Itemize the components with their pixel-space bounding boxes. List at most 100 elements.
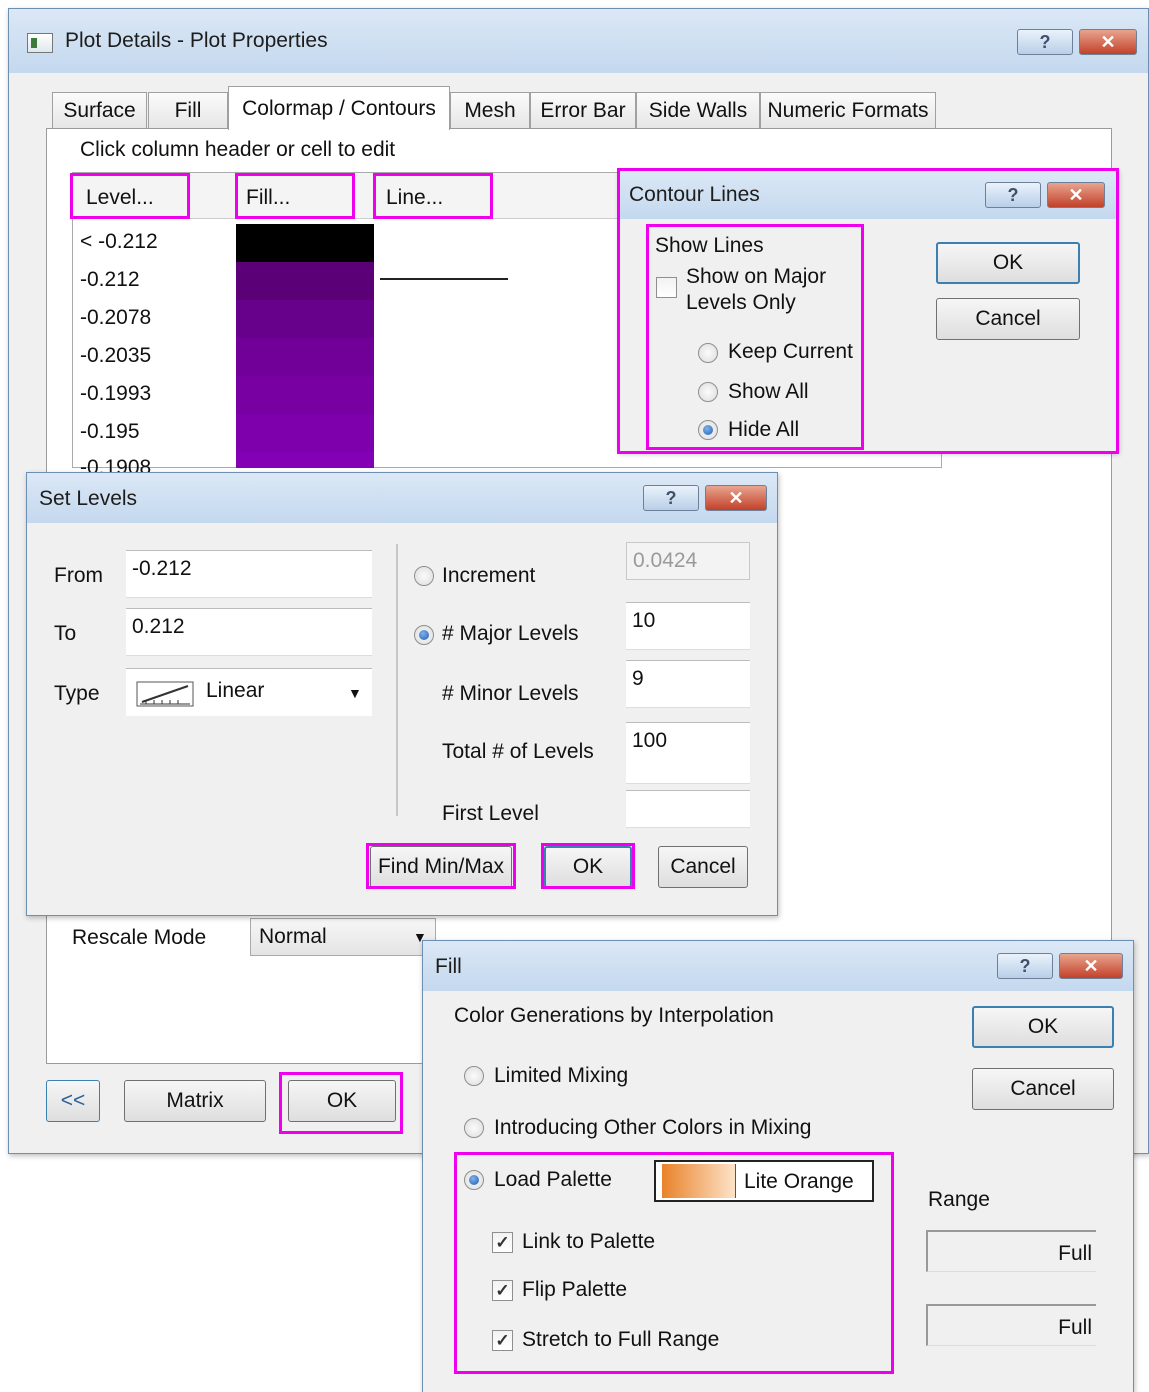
tab-colormap-contours[interactable]: Colormap / Contours [228,86,450,130]
radio-introducing-colors[interactable] [464,1118,484,1138]
range-from-field[interactable]: Full [926,1230,1096,1272]
major-levels-field[interactable]: 10 [626,602,750,650]
radio-show-all[interactable] [698,382,718,402]
stretch-full-range-checkbox[interactable]: ✓ [492,1330,513,1351]
level-cell[interactable]: -0.2078 [80,306,151,330]
type-select[interactable]: Linear ▼ [126,668,372,716]
fill-cell[interactable] [236,452,374,468]
linear-scale-icon [136,681,194,707]
radio-increment[interactable] [414,566,434,586]
tab-label: Error Bar [540,98,626,122]
help-icon[interactable]: ? [985,182,1041,208]
main-ok-button[interactable]: OK [288,1080,396,1122]
header-level[interactable]: Level... [86,186,154,210]
collapse-button[interactable]: << [46,1080,100,1122]
tab-label: Fill [174,98,202,122]
level-cell[interactable]: -0.195 [80,420,140,444]
radio-limited-mixing[interactable] [464,1066,484,1086]
to-field[interactable]: 0.212 [126,608,372,656]
stretch-full-range-label: Stretch to Full Range [522,1328,720,1351]
show-lines-label: Show Lines [655,234,764,257]
close-icon[interactable]: ✕ [1079,29,1137,55]
type-value: Linear [206,679,265,702]
introducing-colors-label: Introducing Other Colors in Mixing [494,1116,812,1139]
fill-cell[interactable] [236,262,374,300]
chevron-down-icon: ▼ [348,685,362,701]
line-sample[interactable] [380,278,508,280]
fill-ok-button[interactable]: OK [972,1006,1114,1048]
radio-label: Show All [728,380,809,403]
rescale-mode-select[interactable]: Normal ▼ [250,918,436,956]
tab-label: Surface [63,98,136,122]
tab-fill[interactable]: Fill [148,92,228,128]
set-levels-cancel-button[interactable]: Cancel [658,846,748,888]
tab-numeric-formats[interactable]: Numeric Formats [760,92,936,128]
rescale-mode-label: Rescale Mode [72,926,207,949]
first-level-field[interactable] [626,790,750,828]
close-icon[interactable]: ✕ [1059,953,1123,979]
radio-label: Keep Current [728,340,853,363]
fill-cell[interactable] [236,376,374,414]
window-title: Plot Details - Plot Properties [65,29,328,52]
level-cell[interactable]: -0.1993 [80,382,151,406]
radio-major-levels[interactable] [414,625,434,645]
help-icon[interactable]: ? [1017,29,1073,55]
fill-cell[interactable] [236,414,374,452]
range-label: Range [928,1188,990,1211]
fill-cell[interactable] [236,224,374,262]
header-fill[interactable]: Fill... [246,186,290,210]
contour-ok-button[interactable]: OK [936,242,1080,284]
contour-lines-title: Contour Lines [629,183,760,206]
range-from-value: Full [1058,1242,1092,1265]
tab-surface[interactable]: Surface [52,92,147,128]
tab-label: Side Walls [648,98,748,122]
divider [396,544,398,816]
from-field[interactable]: -0.212 [126,550,372,598]
increment-field[interactable]: 0.0424 [626,542,750,580]
tab-label: Mesh [464,98,516,122]
flip-palette-checkbox[interactable]: ✓ [492,1280,513,1301]
palette-swatch [662,1164,736,1198]
show-major-label: Show on Major Levels Only [686,265,827,314]
link-to-palette-label: Link to Palette [522,1230,656,1253]
matrix-button[interactable]: Matrix [124,1080,266,1122]
tab-side-walls[interactable]: Side Walls [636,92,760,128]
fill-cell[interactable] [236,338,374,376]
contour-lines-titlebar: Contour Lines ? ✕ [619,171,1117,219]
palette-select[interactable]: Lite Orange [654,1160,874,1202]
set-levels-ok-button[interactable]: OK [544,846,632,888]
level-cell[interactable]: -0.2035 [80,344,151,368]
from-label: From [54,564,103,587]
help-icon[interactable]: ? [997,953,1053,979]
find-min-max-button[interactable]: Find Min/Max [370,846,512,888]
minor-levels-field[interactable]: 9 [626,660,750,708]
tab-error-bar[interactable]: Error Bar [530,92,636,128]
set-levels-title: Set Levels [39,487,138,510]
range-to-field[interactable]: Full [926,1304,1096,1346]
fill-cell[interactable] [236,300,374,338]
fill-titlebar: Fill ? ✕ [423,941,1133,991]
total-levels-field[interactable]: 100 [626,722,750,784]
close-icon[interactable]: ✕ [705,485,767,511]
limited-mixing-label: Limited Mixing [494,1064,629,1087]
close-icon[interactable]: ✕ [1047,182,1105,208]
tab-mesh[interactable]: Mesh [450,92,530,128]
radio-hide-all[interactable] [698,420,718,440]
minor-levels-label: # Minor Levels [442,682,579,705]
contour-cancel-button[interactable]: Cancel [936,298,1080,340]
header-line[interactable]: Line... [386,186,443,210]
major-levels-label: # Major Levels [442,622,579,645]
show-major-checkbox[interactable] [656,277,677,298]
level-cell[interactable]: -0.212 [80,268,140,292]
increment-label: Increment [442,564,536,587]
total-levels-label: Total # of Levels [442,740,594,763]
color-generation-label: Color Generations by Interpolation [454,1004,774,1027]
type-label: Type [54,682,100,705]
help-icon[interactable]: ? [643,485,699,511]
link-to-palette-checkbox[interactable]: ✓ [492,1232,513,1253]
radio-keep-current[interactable] [698,343,718,363]
level-cell[interactable]: < -0.212 [80,230,158,254]
edit-hint: Click column header or cell to edit [80,138,396,161]
fill-cancel-button[interactable]: Cancel [972,1068,1114,1110]
radio-load-palette[interactable] [464,1170,484,1190]
